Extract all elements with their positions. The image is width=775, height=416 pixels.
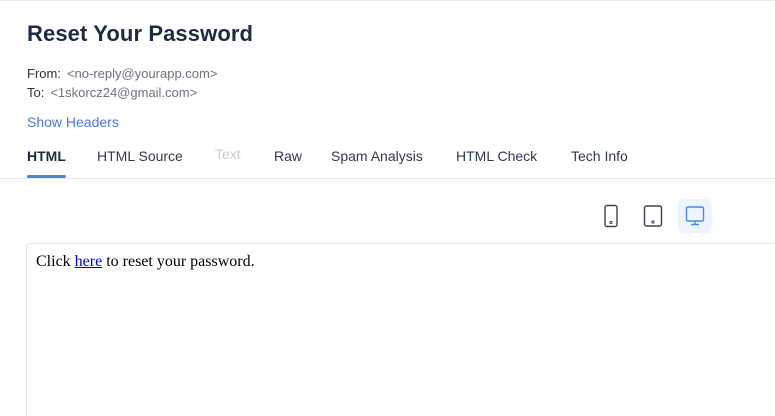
tab-spam-analysis[interactable]: Spam Analysis [331, 148, 423, 164]
view-tabs: HTML HTML Source Text Raw Spam Analysis … [0, 141, 775, 179]
from-row: From: <no-reply@yourapp.com> [27, 66, 217, 81]
preview-text-before: Click [36, 253, 75, 270]
tab-text: Text [215, 146, 241, 162]
from-label: From: [27, 66, 61, 81]
to-address: <1skorcz24@gmail.com> [50, 85, 198, 100]
preview-body-text: Click here to reset your password. [36, 253, 255, 271]
mobile-icon [604, 204, 618, 228]
tab-raw[interactable]: Raw [274, 148, 302, 164]
tablet-view-button[interactable] [636, 199, 670, 233]
tab-html[interactable]: HTML [27, 148, 66, 164]
tab-html-source[interactable]: HTML Source [97, 148, 183, 164]
active-tab-indicator [27, 175, 66, 178]
to-label: To: [27, 85, 45, 100]
tablet-icon [643, 205, 663, 227]
mobile-view-button[interactable] [594, 199, 628, 233]
show-headers-link[interactable]: Show Headers [27, 114, 119, 130]
email-preview-pane: Click here to reset your password. [26, 243, 775, 416]
desktop-icon [685, 206, 705, 226]
email-viewer: Reset Your Password From: <no-reply@youra… [0, 0, 775, 416]
preview-text-after: to reset your password. [102, 253, 255, 270]
reset-password-link[interactable]: here [75, 253, 103, 270]
from-address: <no-reply@yourapp.com> [66, 66, 218, 81]
email-subject: Reset Your Password [27, 21, 254, 46]
desktop-view-button[interactable] [678, 199, 712, 233]
to-row: To: <1skorcz24@gmail.com> [27, 85, 197, 100]
tab-tech-info[interactable]: Tech Info [571, 148, 628, 164]
tab-html-check[interactable]: HTML Check [456, 148, 537, 164]
